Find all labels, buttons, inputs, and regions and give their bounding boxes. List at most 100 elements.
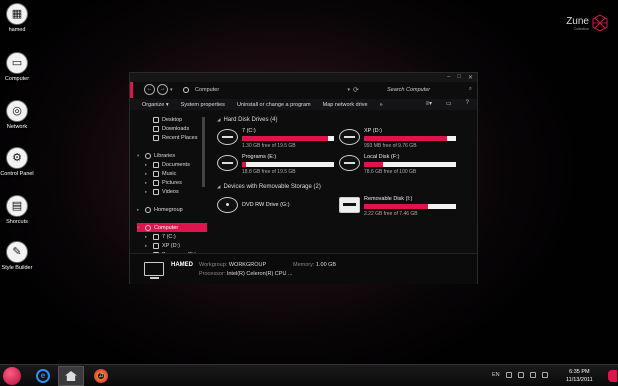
- zune-brand-logo: Zune Collection: [566, 14, 608, 32]
- desktop-icon-3[interactable]: ⚙ Control Panel: [0, 147, 34, 177]
- drive-tile[interactable]: XP (D:) 993 MB free of 9.76 GB: [339, 127, 457, 151]
- taskbar-itunes[interactable]: ♫: [88, 366, 114, 386]
- drive-name: Local Disk (F:): [364, 154, 400, 160]
- back-button[interactable]: ←: [144, 84, 155, 95]
- battery-icon[interactable]: [541, 372, 548, 378]
- group-header-removable[interactable]: ◢ Devices with Removable Storage (2): [217, 182, 321, 192]
- sidebar-item[interactable]: ▸ 7 (C:): [137, 232, 207, 241]
- sidebar-item[interactable]: ▾ Libraries: [137, 151, 207, 160]
- clock[interactable]: 6:35 PM 11/13/2011: [566, 368, 593, 384]
- drive-usage-bar: [364, 136, 456, 141]
- toolbar-item-0[interactable]: Organize ▾: [142, 102, 169, 108]
- language-indicator[interactable]: EN: [492, 372, 500, 378]
- homegroup-icon: [145, 206, 151, 213]
- expand-arrow-icon[interactable]: ▸: [145, 180, 150, 186]
- libraries-icon: [145, 152, 151, 159]
- change-view-button[interactable]: ≡▾: [425, 100, 432, 107]
- window-title-bar[interactable]: – □ ✕: [130, 73, 477, 82]
- sidebar-item-label: Music: [162, 170, 177, 177]
- show-desktop-button[interactable]: [608, 370, 617, 382]
- sidebar-item[interactable]: ▸ Pictures: [137, 178, 207, 187]
- itunes-icon: ♫: [94, 369, 108, 383]
- taskbar-explorer[interactable]: [58, 366, 84, 386]
- drive-usage-bar: [242, 136, 334, 141]
- search-input[interactable]: Search Computer ⌕: [382, 84, 475, 95]
- desktop-icon-4[interactable]: ▤ Shorcuts: [0, 195, 34, 225]
- sidebar-item[interactable]: ▸ Homegroup: [137, 205, 207, 214]
- navigation-buttons: ← → ▾: [144, 84, 173, 95]
- forward-button[interactable]: →: [157, 84, 168, 95]
- style-builder-icon: ✎: [6, 241, 28, 263]
- explorer-home-icon: [65, 371, 77, 381]
- collapse-caret-icon: ◢: [217, 184, 221, 189]
- group-header-hard-disks[interactable]: ◢ Hard Disk Drives (4): [217, 115, 475, 125]
- drive-tile[interactable]: Removable Disk (I:) 2.22 GB free of 7.46 …: [339, 195, 457, 219]
- computer-icon: [144, 262, 164, 279]
- drive-tile[interactable]: 7 (C:) 1.30 GB free of 19.5 GB: [217, 127, 335, 151]
- desktop-icon: [153, 116, 159, 123]
- desktop-icon-label: hamed: [8, 27, 26, 33]
- sidebar-item-label: Recent Places: [162, 134, 198, 141]
- recent-pages-dropdown[interactable]: ▾: [170, 87, 173, 93]
- hard-disk-icon: [339, 129, 360, 145]
- close-button[interactable]: ✕: [468, 74, 473, 81]
- expand-arrow-icon[interactable]: ▸: [145, 189, 150, 195]
- drive-tile[interactable]: Local Disk (F:) 78.6 GB free of 100 GB: [339, 153, 457, 177]
- desktop-icon-label: Network: [6, 124, 28, 130]
- search-icon[interactable]: ⌕: [469, 86, 472, 93]
- sidebar-item[interactable]: ▸ XP (D:): [137, 241, 207, 250]
- minimize-button[interactable]: –: [447, 74, 450, 81]
- sidebar-item-label: 7 (C:): [162, 233, 176, 240]
- flag-icon[interactable]: [529, 372, 536, 378]
- accent-strip: [130, 82, 133, 98]
- hard-disk-icon: [339, 155, 360, 171]
- sidebar-item-label: Videos: [162, 188, 179, 195]
- collapse-caret-icon: ◢: [217, 117, 221, 122]
- drive-tile[interactable]: Programs (E:) 18.8 GB free of 19.5 GB: [217, 153, 335, 177]
- toolbar-item-1[interactable]: System properties: [181, 102, 225, 108]
- computer-icon: [183, 86, 189, 93]
- expand-arrow-icon[interactable]: ▾: [137, 225, 142, 231]
- expand-arrow-icon[interactable]: ▸: [145, 234, 150, 240]
- brand-title: Zune: [566, 15, 589, 27]
- navigation-scrollbar[interactable]: [202, 117, 205, 187]
- address-dropdown-icon[interactable]: ▾: [347, 87, 350, 93]
- toolbar-item-3[interactable]: Map network drive: [323, 102, 368, 108]
- toolbar-item-2[interactable]: Uninstall or change a program: [237, 102, 311, 108]
- toolbar-item-4[interactable]: »: [380, 102, 383, 108]
- maximize-button[interactable]: □: [457, 74, 461, 81]
- refresh-icon[interactable]: ⟳: [353, 86, 359, 94]
- drive-tile[interactable]: DVD RW Drive (G:): [217, 195, 335, 219]
- desktop-icon-2[interactable]: ◎ Network: [0, 100, 34, 130]
- volume-icon[interactable]: [505, 372, 512, 378]
- expand-arrow-icon[interactable]: ▸: [145, 162, 150, 168]
- address-bar[interactable]: Computer ▾: [180, 84, 350, 95]
- sidebar-item[interactable]: ▸ Documents: [137, 160, 207, 169]
- sidebar-item[interactable]: ▸ Videos: [137, 187, 207, 196]
- removable-disk-icon: [339, 197, 360, 213]
- preview-pane-button[interactable]: ▭: [446, 100, 452, 107]
- desktop-icon-1[interactable]: ▭ Computer: [0, 52, 34, 82]
- network-icon: ◎: [6, 100, 28, 122]
- drive-name: Programs (E:): [242, 154, 277, 160]
- desktop-icon-0[interactable]: ▦ hamed: [0, 3, 34, 33]
- sidebar-item[interactable]: Desktop: [137, 115, 207, 124]
- expand-arrow-icon[interactable]: ▾: [137, 153, 142, 159]
- drive-usage-bar: [364, 162, 456, 167]
- computer-name: HAMED: [171, 262, 193, 268]
- sidebar-item[interactable]: Recent Places: [137, 133, 207, 142]
- sidebar-item-label: Computer: [154, 224, 179, 231]
- expand-arrow-icon[interactable]: ▸: [137, 207, 142, 213]
- sidebar-item[interactable]: Downloads: [137, 124, 207, 133]
- sidebar-item[interactable]: ▸ Music: [137, 169, 207, 178]
- expand-arrow-icon[interactable]: ▸: [145, 243, 150, 249]
- help-icon[interactable]: ?: [466, 100, 469, 107]
- network-tray-icon[interactable]: [517, 372, 524, 378]
- desktop-icon-5[interactable]: ✎ Style Builder: [0, 241, 34, 271]
- expand-arrow-icon[interactable]: ▸: [145, 171, 150, 177]
- start-button[interactable]: [3, 367, 21, 385]
- sidebar-item[interactable]: ▾ Computer: [137, 223, 207, 232]
- taskbar-internet-explorer[interactable]: e: [30, 366, 56, 386]
- sidebar-item-label: Downloads: [162, 125, 190, 132]
